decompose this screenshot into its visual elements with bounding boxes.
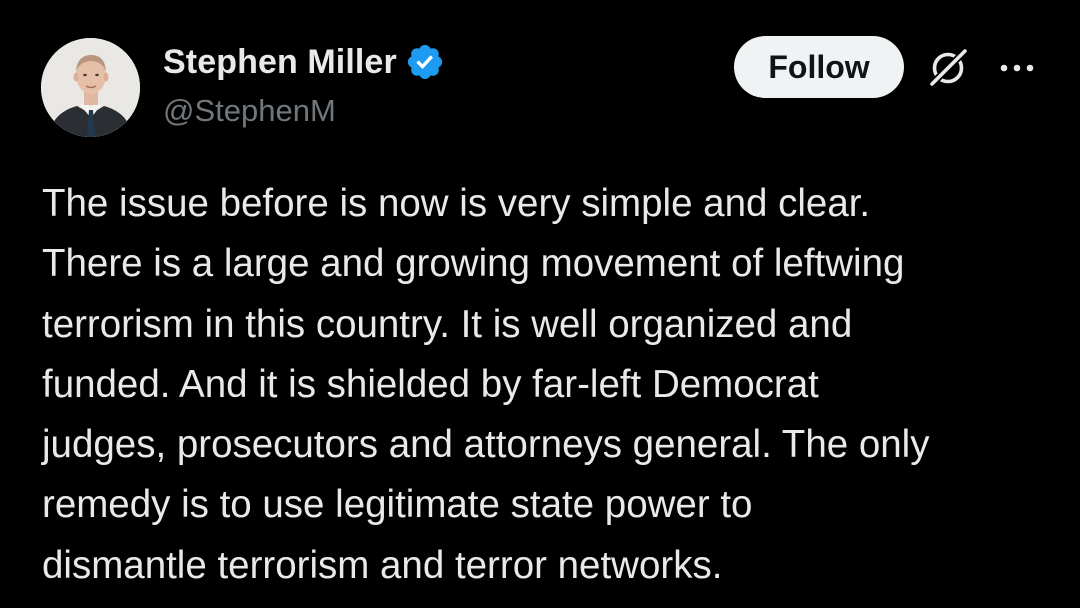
author-handle[interactable]: @StephenM: [163, 93, 336, 129]
author-display-name[interactable]: Stephen Miller: [163, 43, 397, 82]
author-name-row: Stephen Miller: [163, 42, 445, 82]
avatar-image: [41, 38, 140, 137]
post-text-line: The issue before is now is very simple a…: [42, 182, 871, 225]
avatar[interactable]: [41, 38, 140, 137]
verified-badge-icon[interactable]: [405, 42, 445, 82]
post-text-line: terrorism in this country. It is well or…: [42, 302, 853, 346]
post-text: The issue before is now is very simple a…: [42, 174, 1052, 596]
post-text-line: judges, prosecutors and attorneys genera…: [42, 423, 930, 467]
grok-icon[interactable]: [924, 44, 972, 92]
post-text-line: funded. And it is shielded by far-left D…: [42, 362, 819, 406]
post-card: Stephen Miller @StephenM Follow The issu…: [0, 0, 1080, 608]
post-text-line: There is a large and growing movement of…: [42, 242, 905, 286]
follow-button[interactable]: Follow: [734, 36, 904, 98]
post-text-line: remedy is to use legitimate state power …: [42, 483, 753, 527]
post-text-line: dismantle terrorism and terror networks.: [42, 543, 723, 587]
more-horizontal-icon[interactable]: [997, 54, 1037, 82]
